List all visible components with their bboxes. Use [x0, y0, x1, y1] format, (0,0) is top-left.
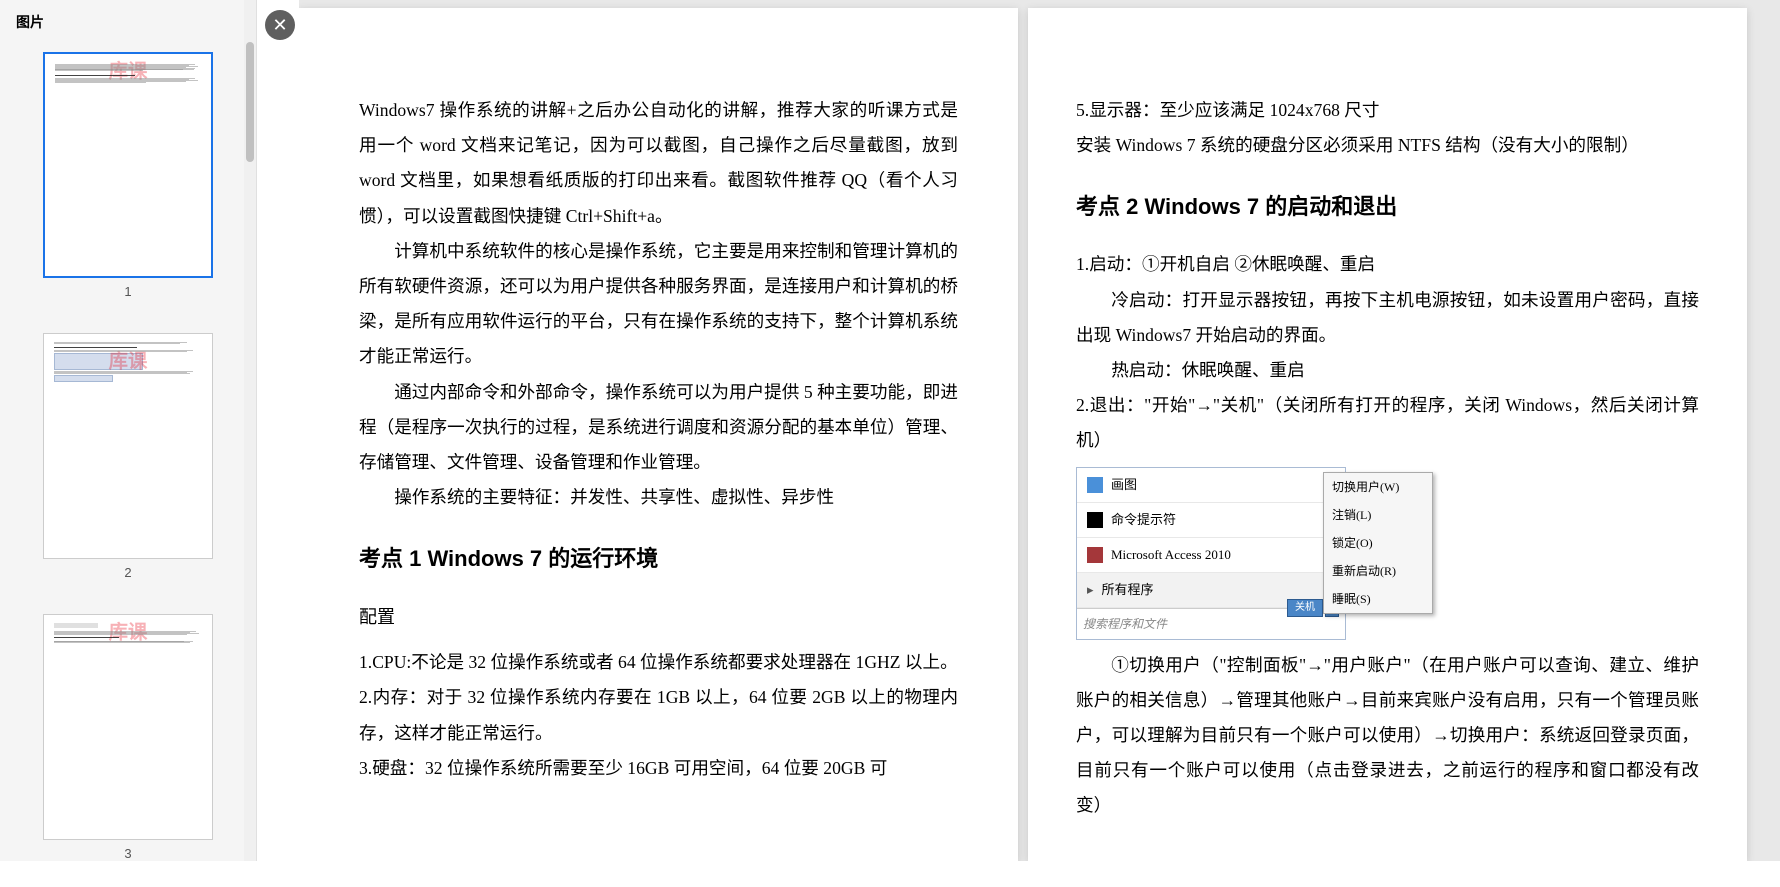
p2-warm-boot: 热启动：休眠唤醒、重启	[1076, 353, 1699, 388]
shutdown-context-menu: 切换用户(W) 注销(L) 锁定(O) 重新启动(R) 睡眠(S)	[1323, 472, 1433, 614]
paint-icon	[1087, 477, 1103, 493]
document-page-1: Windows7 操作系统的讲解+之后办公自动化的讲解，推荐大家的听课方式是用一…	[299, 8, 1018, 861]
ctx-logoff: 注销(L)	[1324, 501, 1432, 529]
p1-intro: Windows7 操作系统的讲解+之后办公自动化的讲解，推荐大家的听课方式是用一…	[359, 93, 958, 234]
sidebar-scrollbar-thumb[interactable]	[246, 42, 254, 162]
cmd-icon	[1087, 512, 1103, 528]
p2-cold-boot: 冷启动：打开显示器按钮，再按下主机电源按钮，如未设置用户密码，直接出现 Wind…	[1076, 283, 1699, 353]
thumbnail-1[interactable]: 库课	[43, 52, 213, 278]
p2-switch-user: ①切换用户（"控制面板"→"用户账户"（在用户账户可以查询、建立、维护账户的相关…	[1076, 648, 1699, 824]
shutdown-button: 关机	[1287, 599, 1323, 617]
p1-config-label: 配置	[359, 599, 958, 635]
p2-ntfs: 安装 Windows 7 系统的硬盘分区必须采用 NTFS 结构（没有大小的限制…	[1076, 128, 1699, 163]
p1-memory: 2.内存：对于 32 位操作系统内存要在 1GB 以上，64 位要 2GB 以上…	[359, 680, 958, 750]
ctx-lock: 锁定(O)	[1324, 529, 1432, 557]
thumb-2-label: 2	[0, 565, 256, 580]
p1-functions: 通过内部命令和外部命令，操作系统可以为用户提供 5 种主要功能，即进程（是程序一…	[359, 375, 958, 481]
ctx-restart: 重新启动(R)	[1324, 557, 1432, 585]
ctx-sleep: 睡眠(S)	[1324, 585, 1432, 613]
thumbnail-sidebar: 图片 库课 1 库课	[0, 0, 257, 861]
p2-shutdown: 2.退出："开始"→"关机"（关闭所有打开的程序，关闭 Windows，然后关闭…	[1076, 388, 1699, 458]
thumbnail-3[interactable]: 库课	[43, 614, 213, 840]
p2-heading-2: 考点 2 Windows 7 的启动和退出	[1076, 185, 1699, 229]
p1-features: 操作系统的主要特征：并发性、共享性、虚拟性、异步性	[359, 480, 958, 515]
thumb-2-container: 库课 2	[0, 325, 256, 606]
p1-os-core: 计算机中系统软件的核心是操作系统，它主要是用来控制和管理计算机的所有软硬件资源，…	[359, 234, 958, 375]
menu-item-cmd: 命令提示符	[1077, 503, 1345, 538]
sidebar-title: 图片	[0, 0, 256, 44]
ctx-switch-user: 切换用户(W)	[1324, 473, 1432, 501]
p1-cpu: 1.CPU:不论是 32 位操作系统或者 64 位操作系统都要求处理器在 1GH…	[359, 645, 958, 680]
thumb-3-container: 库课 3	[0, 606, 256, 887]
menu-item-access: Microsoft Access 2010▸	[1077, 538, 1345, 573]
close-sidebar-button[interactable]: ✕	[265, 10, 295, 40]
close-icon: ✕	[272, 15, 287, 36]
access-icon	[1087, 547, 1103, 563]
thumbnail-2[interactable]: 库课	[43, 333, 213, 559]
sidebar-scrollbar-track[interactable]	[244, 0, 256, 861]
thumb-1-label: 1	[0, 284, 256, 299]
document-page-2: 5.显示器：至少应该满足 1024x768 尺寸 安装 Windows 7 系统…	[1028, 8, 1747, 861]
document-viewport[interactable]: 库课 ® www.kuke99.com 库课 ® www.kuke99.com …	[299, 0, 1780, 861]
p2-monitor: 5.显示器：至少应该满足 1024x768 尺寸	[1076, 93, 1699, 128]
p2-startup: 1.启动：①开机自启 ②休眠唤醒、重启	[1076, 247, 1699, 282]
menu-item-paint: 画图	[1077, 468, 1345, 503]
thumb-3-label: 3	[0, 846, 256, 861]
p1-disk: 3.硬盘：32 位操作系统所需要至少 16GB 可用空间，64 位要 20GB …	[359, 751, 958, 786]
start-menu-screenshot: 画图 命令提示符 Microsoft Access 2010▸ ▸所有程序 搜索…	[1076, 467, 1346, 640]
p1-heading-1: 考点 1 Windows 7 的运行环境	[359, 537, 958, 581]
thumb-1-container: 库课 1	[0, 44, 256, 325]
